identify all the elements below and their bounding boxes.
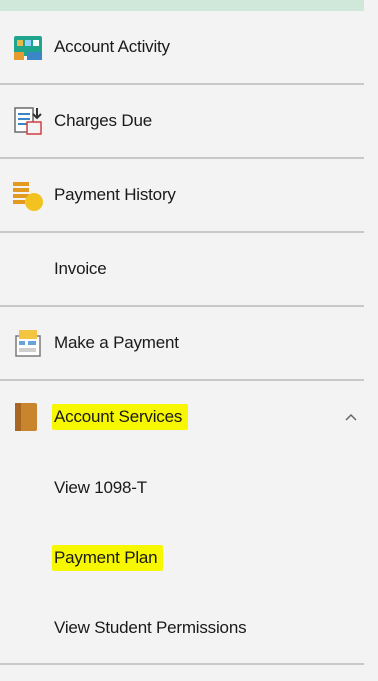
menu-item-invoice[interactable]: Invoice [0,233,364,307]
submenu-item-view-student-permissions[interactable]: View Student Permissions [0,593,364,663]
menu-item-account-services[interactable]: Account Services [0,381,364,453]
menu-item-label: Account Activity [54,37,170,56]
menu-item-account-activity[interactable]: Account Activity [0,11,364,85]
account-services-submenu: View 1098-T Payment Plan View Student Pe… [0,453,364,665]
highlighted-text: Payment Plan [52,545,164,571]
submenu-item-label: View 1098-T [54,478,147,497]
highlighted-text: Account Services [52,404,189,430]
top-accent-bar [0,0,364,11]
menu-item-charges-due[interactable]: Charges Due [0,85,364,159]
menu-bottom-spacer [0,665,364,681]
menu-item-label: Invoice [54,259,107,278]
submenu-item-label: View Student Permissions [54,618,247,637]
submenu-item-payment-plan[interactable]: Payment Plan [0,523,364,593]
menu-item-label: Make a Payment [54,333,179,352]
submenu-item-label: Payment Plan [52,545,164,571]
menu-item-payment-history[interactable]: Payment History [0,159,364,233]
menu-item-label: Charges Due [54,111,152,130]
menu-item-label: Account Services [52,404,189,430]
chevron-up-icon[interactable] [344,412,358,422]
submenu-item-view-1098-t[interactable]: View 1098-T [0,453,364,523]
account-menu: Account Activity Charges Due Payment His… [0,11,364,681]
menu-item-make-a-payment[interactable]: Make a Payment [0,307,364,381]
account-activity-icon [14,36,42,60]
menu-item-label: Payment History [54,185,176,204]
make-payment-icon [15,330,41,357]
charges-due-icon [14,107,42,135]
payment-history-icon [13,182,43,211]
account-services-icon [15,403,37,431]
